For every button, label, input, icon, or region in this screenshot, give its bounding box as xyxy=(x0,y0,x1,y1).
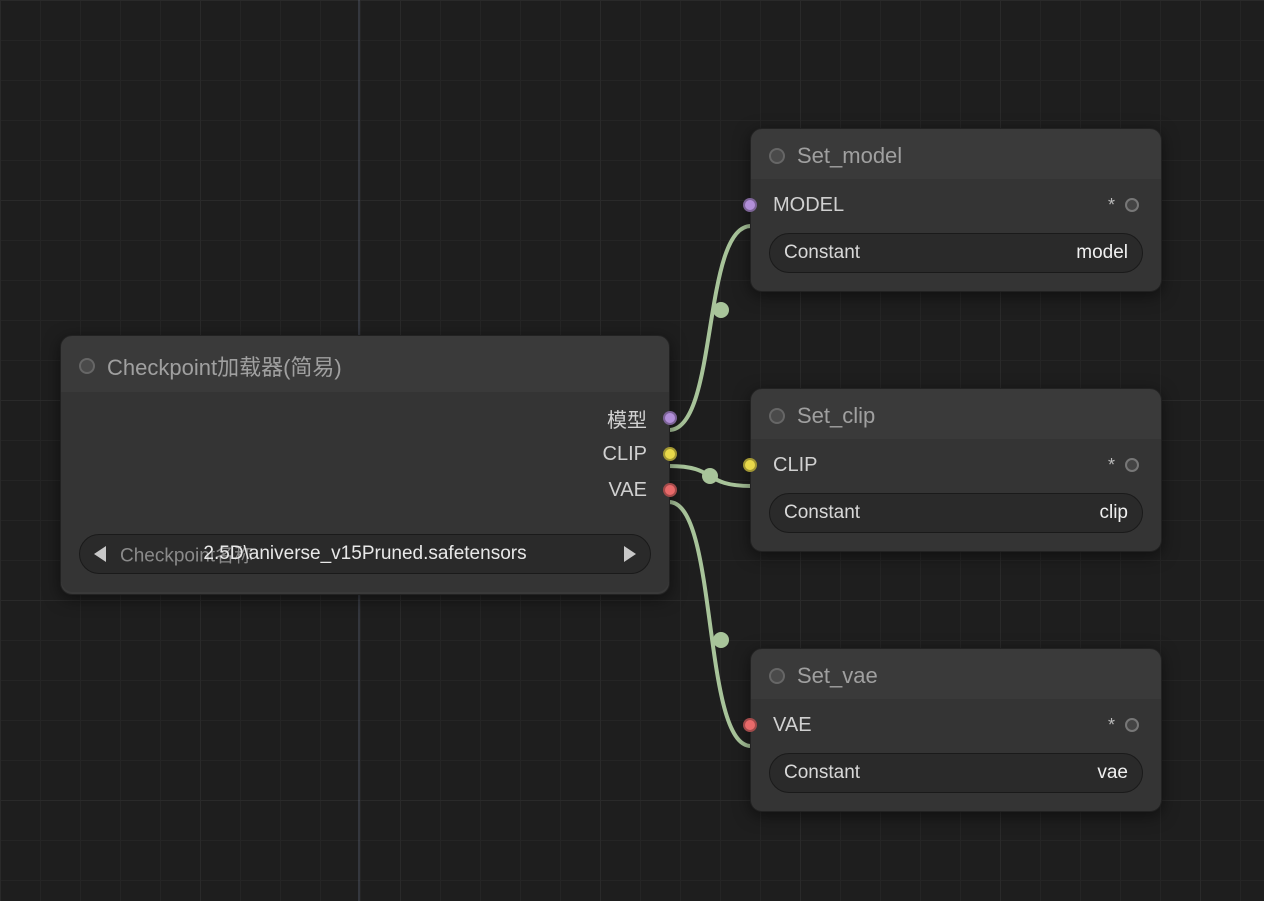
collapse-icon[interactable] xyxy=(769,148,785,164)
port-icon[interactable] xyxy=(1125,198,1139,212)
chevron-left-icon[interactable] xyxy=(94,546,106,562)
port-icon[interactable] xyxy=(663,447,677,461)
constant-field[interactable]: Constant clip xyxy=(769,493,1143,533)
input-port-clip[interactable]: CLIP * xyxy=(751,447,1161,483)
node-title: Set_vae xyxy=(797,663,878,689)
port-icon[interactable] xyxy=(1125,718,1139,732)
input-label: VAE xyxy=(773,714,812,737)
constant-field[interactable]: Constant model xyxy=(769,233,1143,273)
node-set-clip[interactable]: Set_clip CLIP * Constant clip xyxy=(750,388,1162,552)
output-port-model[interactable]: 模型 xyxy=(61,400,669,436)
output-port-vae[interactable]: VAE xyxy=(61,472,669,508)
node-checkpoint-loader[interactable]: Checkpoint加载器(简易) 模型 CLIP VAE Checkpoint… xyxy=(60,335,670,595)
output-label: CLIP xyxy=(603,443,647,466)
output-label: VAE xyxy=(608,479,647,502)
output-wildcard: * xyxy=(1108,455,1115,476)
node-header[interactable]: Set_model xyxy=(751,129,1161,179)
port-icon[interactable] xyxy=(743,458,757,472)
input-port-vae[interactable]: VAE * xyxy=(751,707,1161,743)
output-wildcard: * xyxy=(1108,715,1115,736)
input-label: CLIP xyxy=(773,454,817,477)
node-title: Set_clip xyxy=(797,403,875,429)
field-value: 2.5D\aniverse_v15Pruned.safetensors xyxy=(120,543,610,565)
field-value: vae xyxy=(1097,762,1128,784)
field-value: model xyxy=(1076,242,1128,264)
node-header[interactable]: Set_clip xyxy=(751,389,1161,439)
port-icon[interactable] xyxy=(663,483,677,497)
output-label: 模型 xyxy=(607,404,647,433)
chevron-right-icon[interactable] xyxy=(624,546,636,562)
node-title: Checkpoint加载器(简易) xyxy=(107,350,342,382)
checkpoint-selector[interactable]: Checkpoint名称 2.5D\aniverse_v15Pruned.saf… xyxy=(79,534,651,574)
field-label: Constant xyxy=(784,242,860,264)
port-icon[interactable] xyxy=(663,411,677,425)
node-title: Set_model xyxy=(797,143,902,169)
field-label: Constant xyxy=(784,502,860,524)
output-port-clip[interactable]: CLIP xyxy=(61,436,669,472)
node-set-vae[interactable]: Set_vae VAE * Constant vae xyxy=(750,648,1162,812)
collapse-icon[interactable] xyxy=(79,358,95,374)
constant-field[interactable]: Constant vae xyxy=(769,753,1143,793)
port-icon[interactable] xyxy=(743,718,757,732)
output-wildcard: * xyxy=(1108,195,1115,216)
field-value: clip xyxy=(1099,502,1128,524)
port-icon[interactable] xyxy=(1125,458,1139,472)
collapse-icon[interactable] xyxy=(769,408,785,424)
node-header[interactable]: Checkpoint加载器(简易) xyxy=(61,336,669,392)
input-label: MODEL xyxy=(773,194,844,217)
collapse-icon[interactable] xyxy=(769,668,785,684)
field-label: Constant xyxy=(784,762,860,784)
input-port-model[interactable]: MODEL * xyxy=(751,187,1161,223)
port-icon[interactable] xyxy=(743,198,757,212)
node-header[interactable]: Set_vae xyxy=(751,649,1161,699)
node-set-model[interactable]: Set_model MODEL * Constant model xyxy=(750,128,1162,292)
